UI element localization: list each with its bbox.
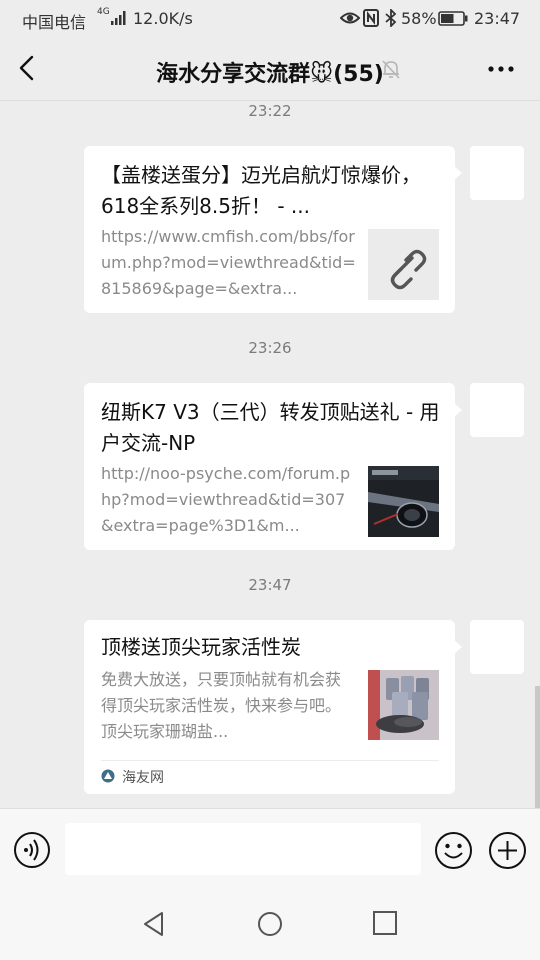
nav-recent-apps-icon[interactable]: [372, 910, 398, 936]
mute-bell-icon: [382, 60, 400, 79]
message-input[interactable]: [65, 823, 421, 875]
status-bar: 中国电信 4G 12.0K/s 58% 23:47: [0, 0, 540, 36]
emoji-icon[interactable]: [434, 831, 473, 870]
nav-back-icon[interactable]: [140, 910, 168, 938]
card-title: 顶楼送顶尖玩家活性炭: [101, 635, 301, 659]
link-card-message[interactable]: 纽斯K7 V3（三代）转发顶贴送礼 - 用户交流-NP http://noo-p…: [84, 383, 462, 550]
message-timestamp: 23:26: [248, 339, 292, 357]
activated-carbon-image: [368, 670, 439, 740]
voice-icon[interactable]: [13, 831, 51, 869]
link-card-message[interactable]: 顶楼送顶尖玩家活性炭 免费大放送，只要顶帖就有机会获得顶尖玩家活性炭，快来参与吧…: [84, 620, 462, 794]
message-input-bar: [0, 808, 540, 891]
bubble-tail: [454, 640, 462, 654]
card-source-divider: [101, 760, 439, 761]
scrollbar[interactable]: [535, 686, 540, 808]
bubble-tail: [454, 166, 462, 180]
card-title: 【盖楼送蛋分】迈光启航灯惊爆价，618全系列8.5折！ - ...: [101, 163, 421, 218]
aquarium-light-image: [368, 466, 439, 537]
plus-icon[interactable]: [488, 831, 527, 870]
card-description: http://noo-psyche.com/forum.php?mod=view…: [101, 464, 351, 535]
message-timestamp: 23:22: [248, 102, 292, 120]
bubble-tail: [454, 403, 462, 417]
battery-icon: [438, 11, 468, 26]
bluetooth-icon: [385, 9, 397, 27]
chat-title: 海水分享交流群🐭(55): [156, 62, 384, 87]
system-navigation-bar: [0, 890, 540, 960]
carrier-label: 中国电信: [22, 13, 87, 32]
nfc-icon: [363, 9, 379, 27]
eye-icon: [340, 12, 360, 24]
title-divider: [0, 100, 540, 101]
avatar[interactable]: [470, 146, 524, 200]
card-description: 免费大放送，只要顶帖就有机会获得顶尖玩家活性炭，快来参与吧。顶尖玩家珊瑚盐...: [101, 670, 342, 741]
battery-percent: 58%: [401, 9, 437, 28]
source-logo-icon: [101, 769, 115, 783]
avatar[interactable]: [470, 383, 524, 437]
card-description: https://www.cmfish.com/bbs/forum.php?mod…: [101, 227, 356, 298]
nav-home-icon[interactable]: [256, 910, 284, 938]
more-icon[interactable]: [486, 58, 516, 80]
status-clock: 23:47: [474, 9, 521, 28]
avatar[interactable]: [470, 620, 524, 674]
link-icon: [368, 229, 439, 300]
network-type-icon: 4G: [97, 7, 110, 17]
chat-title-bar: 海水分享交流群🐭(55): [0, 36, 540, 100]
card-source-name: 海友网: [122, 770, 164, 786]
link-card-message[interactable]: 【盖楼送蛋分】迈光启航灯惊爆价，618全系列8.5折！ - ... https:…: [84, 146, 462, 313]
message-timestamp: 23:47: [248, 576, 292, 594]
network-speed: 12.0K/s: [133, 9, 193, 28]
card-title: 纽斯K7 V3（三代）转发顶贴送礼 - 用户交流-NP: [101, 400, 440, 455]
signal-icon: [111, 11, 126, 25]
